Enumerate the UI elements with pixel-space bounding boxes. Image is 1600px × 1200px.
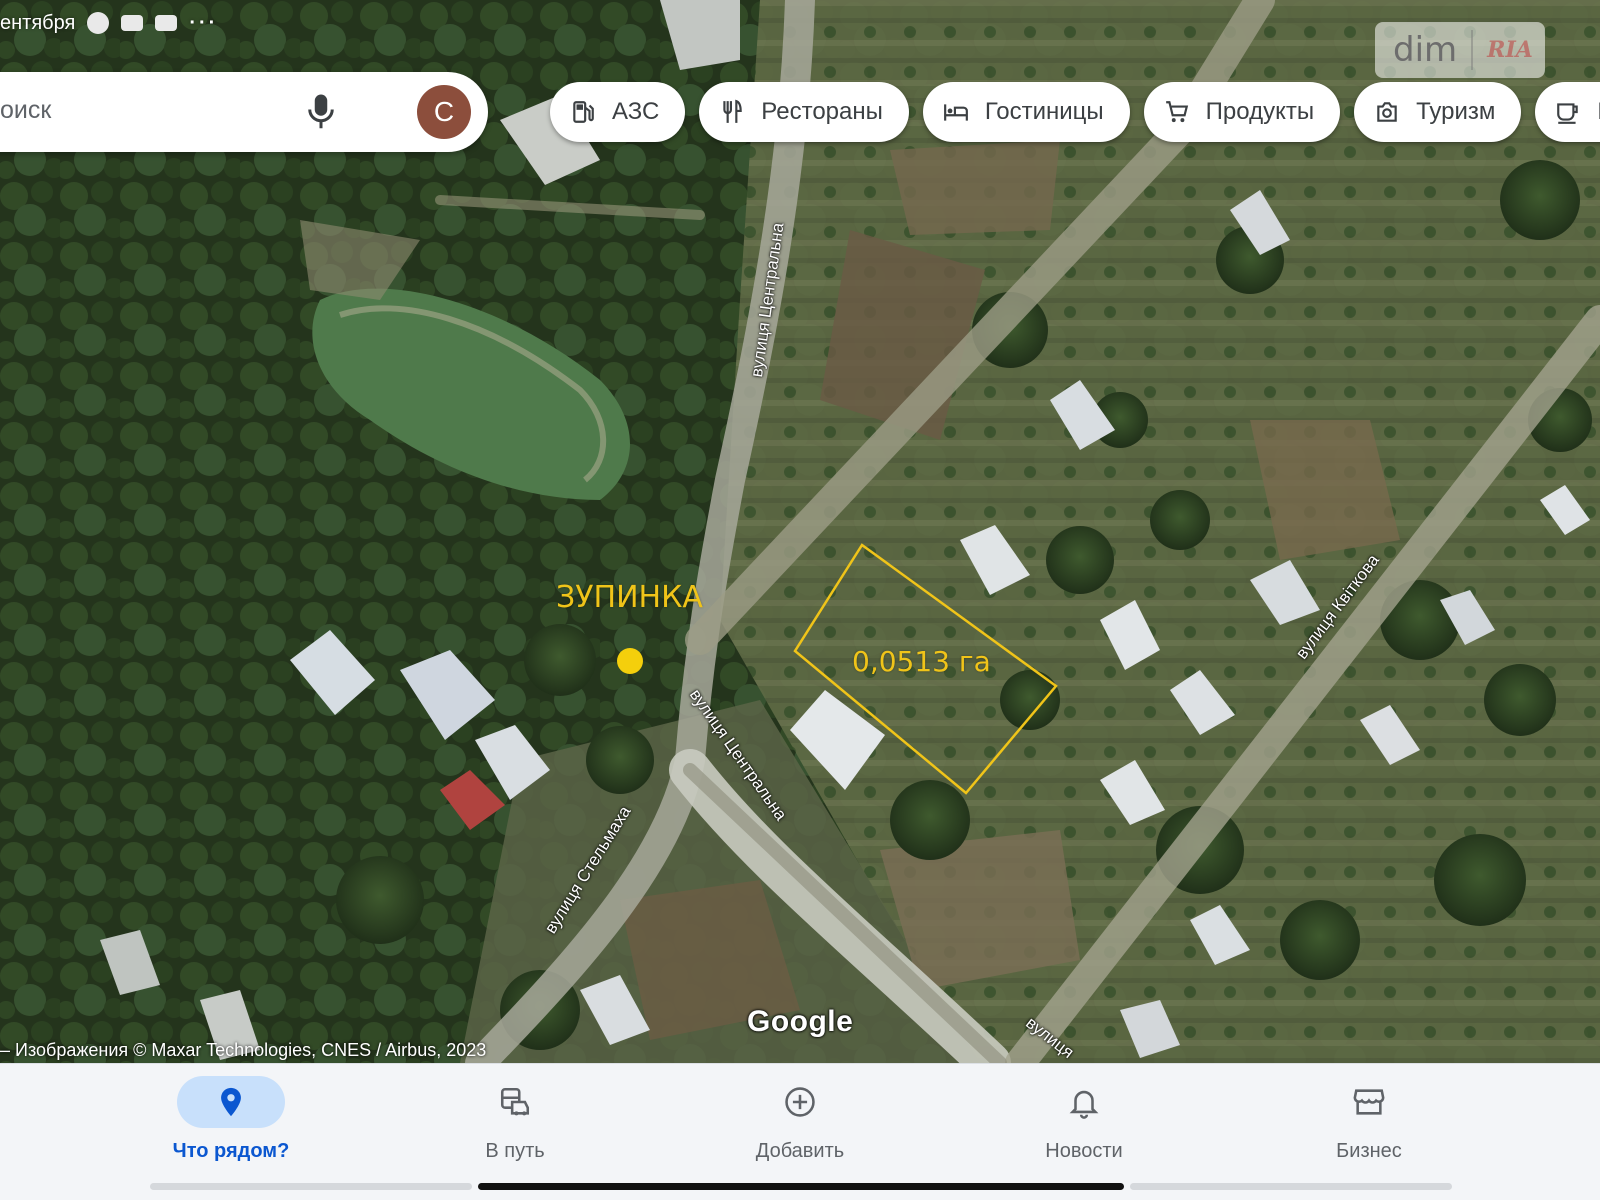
nav-icon-wrap bbox=[746, 1076, 854, 1128]
commute-icon bbox=[500, 1087, 530, 1116]
nav-label: В путь bbox=[485, 1140, 545, 1162]
microphone-icon[interactable] bbox=[306, 92, 336, 132]
chip-groceries[interactable]: Продукты bbox=[1143, 82, 1341, 142]
plot-area-label: 0,0513 га bbox=[852, 645, 991, 678]
nav-updates[interactable]: Новости bbox=[994, 1076, 1174, 1163]
youtube-icon bbox=[155, 15, 178, 31]
map-attribution[interactable]: – Изображения © Maxar Technologies, CNES… bbox=[0, 1040, 486, 1061]
storefront-icon bbox=[1353, 1089, 1385, 1115]
logo-separator bbox=[1471, 30, 1474, 70]
location-pin-icon bbox=[221, 1087, 241, 1117]
nav-label: Добавить bbox=[755, 1140, 845, 1162]
chip-label: Продукты bbox=[1205, 98, 1315, 125]
camera-icon bbox=[1377, 102, 1397, 122]
bell-icon bbox=[1069, 1090, 1099, 1119]
scroll-track-right bbox=[1130, 1183, 1452, 1190]
nav-icon-wrap bbox=[1315, 1076, 1423, 1128]
coffee-icon bbox=[1557, 103, 1579, 124]
bottom-navigation: Что рядом? В путь Добавить Новости Бизне… bbox=[0, 1063, 1600, 1200]
nav-explore[interactable]: Что рядом? bbox=[141, 1076, 321, 1163]
chip-restaurants[interactable]: Рестораны bbox=[699, 82, 909, 142]
search-input[interactable]: оиск bbox=[0, 96, 51, 125]
avatar-letter: С bbox=[433, 96, 455, 127]
gas-station-icon bbox=[573, 101, 594, 123]
nav-label: Что рядом? bbox=[172, 1140, 290, 1162]
chip-tourism[interactable]: Туризм bbox=[1354, 82, 1522, 142]
chip-hotels[interactable]: Гостиницы bbox=[922, 82, 1130, 142]
search-bar[interactable]: оиск С bbox=[0, 72, 488, 152]
dim-ria-logo: dim RIA bbox=[1375, 22, 1545, 78]
chip-gas-station[interactable]: АЗС bbox=[550, 82, 686, 142]
satellite-imagery bbox=[0, 0, 1600, 1063]
logo-dim-text: dim bbox=[1393, 30, 1458, 70]
avatar[interactable]: С bbox=[417, 85, 471, 139]
nav-icon-wrap bbox=[461, 1076, 569, 1128]
nav-label: Бизнес bbox=[1336, 1140, 1402, 1162]
cc-icon bbox=[121, 15, 144, 31]
add-circle-icon bbox=[785, 1087, 815, 1117]
restaurant-icon bbox=[723, 99, 743, 123]
nav-business[interactable]: Бизнес bbox=[1279, 1076, 1459, 1163]
chip-coffee[interactable]: Ко bbox=[1535, 82, 1600, 142]
logo-ria-text: RIA bbox=[1487, 37, 1533, 63]
category-chips: АЗС Рестораны Гостиницы Продукты Туризм … bbox=[550, 82, 1600, 142]
nav-icon-wrap bbox=[1030, 1076, 1138, 1128]
status-date-text: ентября bbox=[0, 11, 76, 34]
hotel-icon bbox=[943, 104, 968, 121]
chip-label: Рестораны bbox=[761, 98, 883, 125]
stop-label: ЗУПИНКА bbox=[556, 580, 703, 615]
chip-label: АЗС bbox=[612, 98, 660, 125]
satellite-map[interactable]: ентября ··· dim RIA оиск С АЗС Рестораны bbox=[0, 0, 1600, 1063]
nav-contribute[interactable]: Добавить bbox=[710, 1076, 890, 1163]
nav-commute[interactable]: В путь bbox=[425, 1076, 605, 1163]
google-watermark: Google bbox=[747, 1005, 854, 1038]
chip-label: Туризм bbox=[1416, 98, 1496, 125]
scroll-track-left bbox=[150, 1183, 472, 1190]
more-dots: ··· bbox=[189, 11, 219, 34]
nav-active-indicator bbox=[177, 1076, 285, 1128]
home-indicator[interactable] bbox=[478, 1183, 1124, 1190]
cart-icon bbox=[1165, 101, 1188, 123]
status-bar: ентября ··· bbox=[0, 8, 218, 38]
nav-label: Новости bbox=[1045, 1140, 1123, 1162]
chrome-icon bbox=[87, 12, 110, 34]
chip-label: Гостиницы bbox=[984, 98, 1104, 125]
